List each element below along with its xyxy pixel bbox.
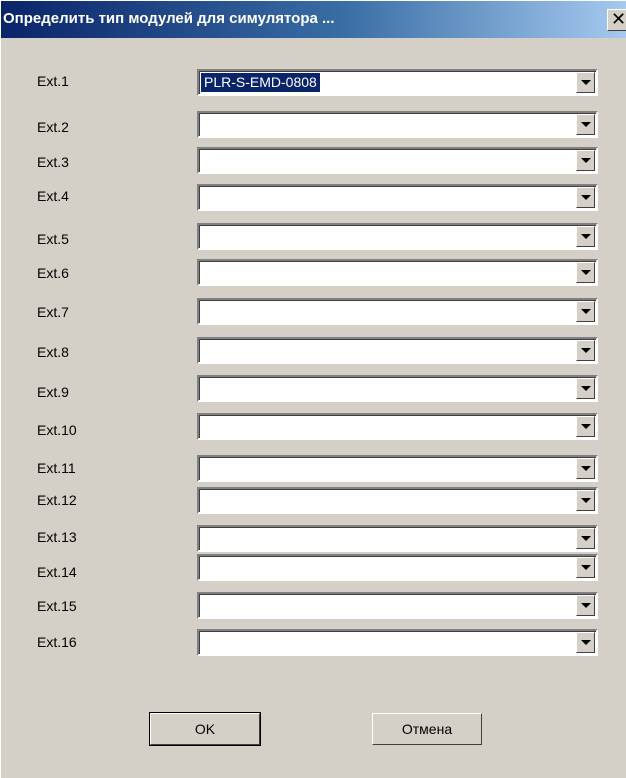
- module-select-ext16[interactable]: [197, 629, 598, 656]
- module-label-ext8: Ext.8: [37, 344, 69, 360]
- module-select-ext15[interactable]: [197, 592, 598, 619]
- module-label-ext7: Ext.7: [37, 304, 69, 320]
- module-label-ext13: Ext.13: [37, 529, 77, 545]
- chevron-down-icon[interactable]: [576, 114, 595, 135]
- chevron-down-icon[interactable]: [576, 187, 595, 208]
- module-select-ext14[interactable]: [197, 554, 598, 581]
- chevron-down-icon[interactable]: [576, 595, 595, 616]
- module-label-ext10: Ext.10: [37, 422, 77, 438]
- module-select-ext3[interactable]: [197, 147, 598, 174]
- window-title: Определить тип модулей для симулятора ..…: [3, 10, 335, 27]
- module-label-ext1: Ext.1: [37, 73, 69, 89]
- module-label-ext11: Ext.11: [37, 460, 76, 476]
- chevron-down-icon[interactable]: [576, 226, 595, 247]
- module-label-ext14: Ext.14: [37, 564, 77, 580]
- module-label-ext4: Ext.4: [37, 188, 69, 204]
- chevron-down-icon[interactable]: [576, 632, 595, 653]
- dialog-window: Определить тип модулей для симулятора ..…: [0, 0, 626, 778]
- module-select-ext4[interactable]: [197, 184, 598, 211]
- chevron-down-icon[interactable]: [576, 458, 595, 479]
- module-select-ext13[interactable]: [197, 525, 598, 552]
- module-select-ext6[interactable]: [197, 259, 598, 286]
- close-icon: ✕: [611, 9, 626, 30]
- chevron-down-icon[interactable]: [576, 301, 595, 322]
- cancel-button[interactable]: Отмена: [372, 713, 482, 745]
- close-button[interactable]: ✕: [607, 9, 626, 31]
- ok-button[interactable]: OK: [149, 712, 261, 746]
- chevron-down-icon[interactable]: [576, 557, 595, 578]
- title-bar[interactable]: Определить тип модулей для симулятора ..…: [1, 1, 626, 38]
- combo-selected-value: PLR-S-EMD-0808: [200, 72, 321, 93]
- chevron-down-icon[interactable]: [576, 150, 595, 171]
- module-label-ext2: Ext.2: [37, 119, 69, 135]
- module-label-ext5: Ext.5: [37, 231, 69, 247]
- module-label-ext3: Ext.3: [37, 154, 69, 170]
- chevron-down-icon[interactable]: [576, 416, 595, 437]
- chevron-down-icon[interactable]: [576, 72, 595, 93]
- chevron-down-icon[interactable]: [576, 262, 595, 283]
- chevron-down-icon[interactable]: [576, 528, 595, 549]
- module-label-ext6: Ext.6: [37, 265, 69, 281]
- module-select-ext8[interactable]: [197, 337, 598, 364]
- module-select-ext7[interactable]: [197, 298, 598, 325]
- module-select-ext12[interactable]: [197, 487, 598, 514]
- chevron-down-icon[interactable]: [576, 340, 595, 361]
- module-select-ext2[interactable]: [197, 111, 598, 138]
- module-select-ext11[interactable]: [197, 455, 598, 482]
- module-select-ext9[interactable]: [197, 375, 598, 402]
- module-label-ext15: Ext.15: [37, 598, 77, 614]
- module-select-ext5[interactable]: [197, 223, 598, 250]
- module-label-ext16: Ext.16: [37, 634, 77, 650]
- module-select-ext1[interactable]: PLR-S-EMD-0808: [197, 69, 598, 96]
- chevron-down-icon[interactable]: [576, 490, 595, 511]
- module-label-ext12: Ext.12: [37, 492, 77, 508]
- module-label-ext9: Ext.9: [37, 384, 69, 400]
- module-select-ext10[interactable]: [197, 413, 598, 440]
- chevron-down-icon[interactable]: [576, 378, 595, 399]
